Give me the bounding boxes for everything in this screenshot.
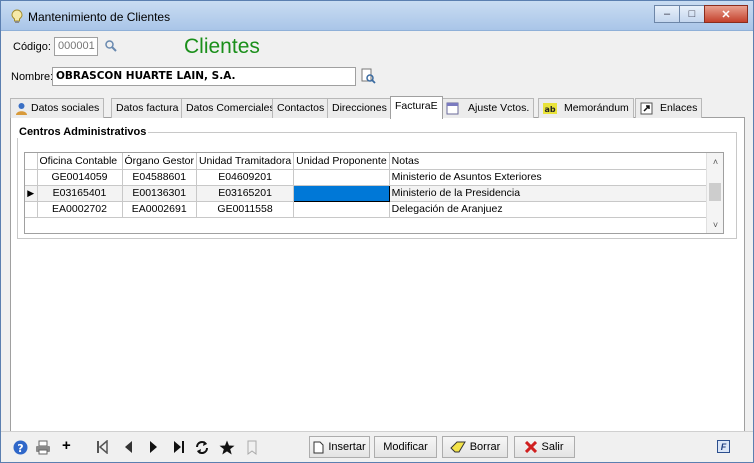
page-title: Clientes <box>184 35 260 58</box>
modify-button[interactable]: Modificar <box>374 436 437 458</box>
column-header[interactable]: Notas <box>389 153 718 170</box>
tab-label: Enlaces <box>660 102 698 114</box>
document-search-icon[interactable] <box>360 68 376 84</box>
cell-organo[interactable]: EA0002691 <box>122 201 197 218</box>
app-icon <box>11 9 23 23</box>
scroll-thumb[interactable] <box>709 183 721 201</box>
person-icon <box>16 103 27 115</box>
help-icon[interactable]: ? <box>13 440 28 455</box>
table-row[interactable]: EA0002702 EA0002691 GE0011558 Delegación… <box>25 201 718 218</box>
cell-oficina[interactable]: GE0014059 <box>37 169 123 186</box>
table-row[interactable]: GE0014059 E04588601 E04609201 Ministerio… <box>25 169 718 186</box>
main-window: Mantenimiento de Clientes – □ ✕ Código: … <box>0 0 754 463</box>
calendar-icon <box>446 102 459 115</box>
tab-label: FacturaE <box>395 100 438 112</box>
minimize-button[interactable]: – <box>654 5 680 23</box>
tab-label: Datos sociales <box>31 102 100 114</box>
centros-grid[interactable]: Oficina Contable Órgano Gestor Unidad Tr… <box>24 152 724 234</box>
cell-organo[interactable]: E00136301 <box>122 185 197 202</box>
tab-label: Contactos <box>277 102 325 114</box>
delete-button-label: Borrar <box>469 441 501 453</box>
codigo-field[interactable]: 000001 <box>54 37 98 56</box>
new-document-icon <box>313 441 324 453</box>
text-ab-icon: ab <box>543 103 557 114</box>
exit-button[interactable]: Salir <box>514 436 575 458</box>
group-title: Centros Administrativos <box>17 126 149 138</box>
bottom-toolbar: ? + Insertar Modificar Borrar Salir F <box>1 431 753 462</box>
tab-datos-comerciales[interactable]: Datos Comerciales <box>181 98 280 118</box>
window-title: Mantenimiento de Clientes <box>28 10 171 24</box>
add-icon[interactable]: + <box>62 438 71 453</box>
f-icon[interactable]: F <box>717 440 730 453</box>
cell-unidad-tramitadora[interactable]: E03165201 <box>196 185 295 202</box>
tab-bar: Datos sociales Datos factura Datos Comer… <box>10 96 745 119</box>
insert-button[interactable]: Insertar <box>309 436 370 458</box>
search-icon[interactable] <box>104 39 118 53</box>
refresh-icon[interactable] <box>194 440 210 455</box>
column-header[interactable]: Unidad Proponente <box>293 153 390 170</box>
row-indicator <box>25 201 38 218</box>
column-header[interactable]: Órgano Gestor <box>122 153 197 170</box>
tab-label: Datos factura <box>116 102 179 114</box>
cell-unidad-proponente-selected[interactable] <box>293 184 390 202</box>
cell-notas[interactable]: Ministerio de la Presidencia <box>389 185 718 202</box>
nombre-field[interactable]: OBRASCON HUARTE LAIN, S.A. <box>52 67 356 86</box>
tab-facturae[interactable]: FacturaE <box>390 96 443 119</box>
tab-enlaces[interactable]: Enlaces <box>635 98 703 118</box>
tab-contactos[interactable]: Contactos <box>272 98 330 118</box>
svg-text:ab: ab <box>545 105 556 114</box>
facturae-panel: Centros Administrativos Oficina Contable… <box>10 118 745 433</box>
cell-notas[interactable]: Ministerio de Asuntos Exteriores <box>389 169 718 186</box>
table-row[interactable]: ▶ E03165401 E00136301 E03165201 Minister… <box>25 184 718 202</box>
previous-record-icon[interactable] <box>123 440 133 454</box>
current-row-indicator: ▶ <box>25 185 38 202</box>
tab-ajuste-vctos[interactable]: Ajuste Vctos. <box>441 98 535 118</box>
last-record-icon[interactable] <box>173 440 185 454</box>
maximize-button[interactable]: □ <box>679 5 705 23</box>
cell-notas[interactable]: Delegación de Aranjuez <box>389 201 718 218</box>
modify-button-label: Modificar <box>383 441 428 453</box>
row-indicator-header <box>25 153 38 170</box>
next-record-icon[interactable] <box>149 440 159 454</box>
delete-button[interactable]: Borrar <box>442 436 508 458</box>
tab-direcciones[interactable]: Direcciones <box>327 98 392 118</box>
tab-datos-sociales[interactable]: Datos sociales <box>10 98 105 118</box>
grid-vertical-scrollbar[interactable]: ˄ ˅ <box>706 153 723 233</box>
title-bar: Mantenimiento de Clientes – □ ✕ <box>1 1 753 31</box>
tab-label: Direcciones <box>332 102 387 114</box>
cell-unidad-proponente[interactable] <box>293 169 390 186</box>
cell-unidad-tramitadora[interactable]: GE0011558 <box>196 201 295 218</box>
tab-label: Ajuste Vctos. <box>468 102 530 114</box>
close-x-icon <box>525 441 538 453</box>
codigo-label: Código: <box>13 41 51 53</box>
cell-unidad-proponente[interactable] <box>293 201 390 218</box>
tab-memorandum[interactable]: ab Memorándum <box>538 98 634 118</box>
tab-datos-factura[interactable]: Datos factura <box>111 98 184 118</box>
insert-button-label: Insertar <box>328 441 366 453</box>
bookmark-icon[interactable] <box>246 440 258 455</box>
first-record-icon[interactable] <box>96 440 108 454</box>
cell-unidad-tramitadora[interactable]: E04609201 <box>196 169 295 186</box>
column-header[interactable]: Unidad Tramitadora <box>196 153 295 170</box>
tab-label: Memorándum <box>564 102 629 114</box>
shortcut-arrow-icon <box>640 102 653 115</box>
column-header[interactable]: Oficina Contable <box>37 153 123 170</box>
cell-organo[interactable]: E04588601 <box>122 169 197 186</box>
scroll-up-icon[interactable]: ˄ <box>707 153 724 170</box>
nombre-label: Nombre: <box>11 71 54 83</box>
cell-oficina[interactable]: E03165401 <box>37 185 123 202</box>
svg-text:?: ? <box>17 442 23 455</box>
eraser-icon <box>450 441 466 453</box>
scroll-down-icon[interactable]: ˅ <box>707 216 724 233</box>
tab-label: Datos Comerciales <box>186 102 275 114</box>
print-icon[interactable] <box>35 440 51 455</box>
favorite-star-icon[interactable] <box>219 440 235 455</box>
exit-button-label: Salir <box>541 441 564 453</box>
close-button[interactable]: ✕ <box>704 5 748 23</box>
row-indicator <box>25 169 38 186</box>
cell-oficina[interactable]: EA0002702 <box>37 201 123 218</box>
